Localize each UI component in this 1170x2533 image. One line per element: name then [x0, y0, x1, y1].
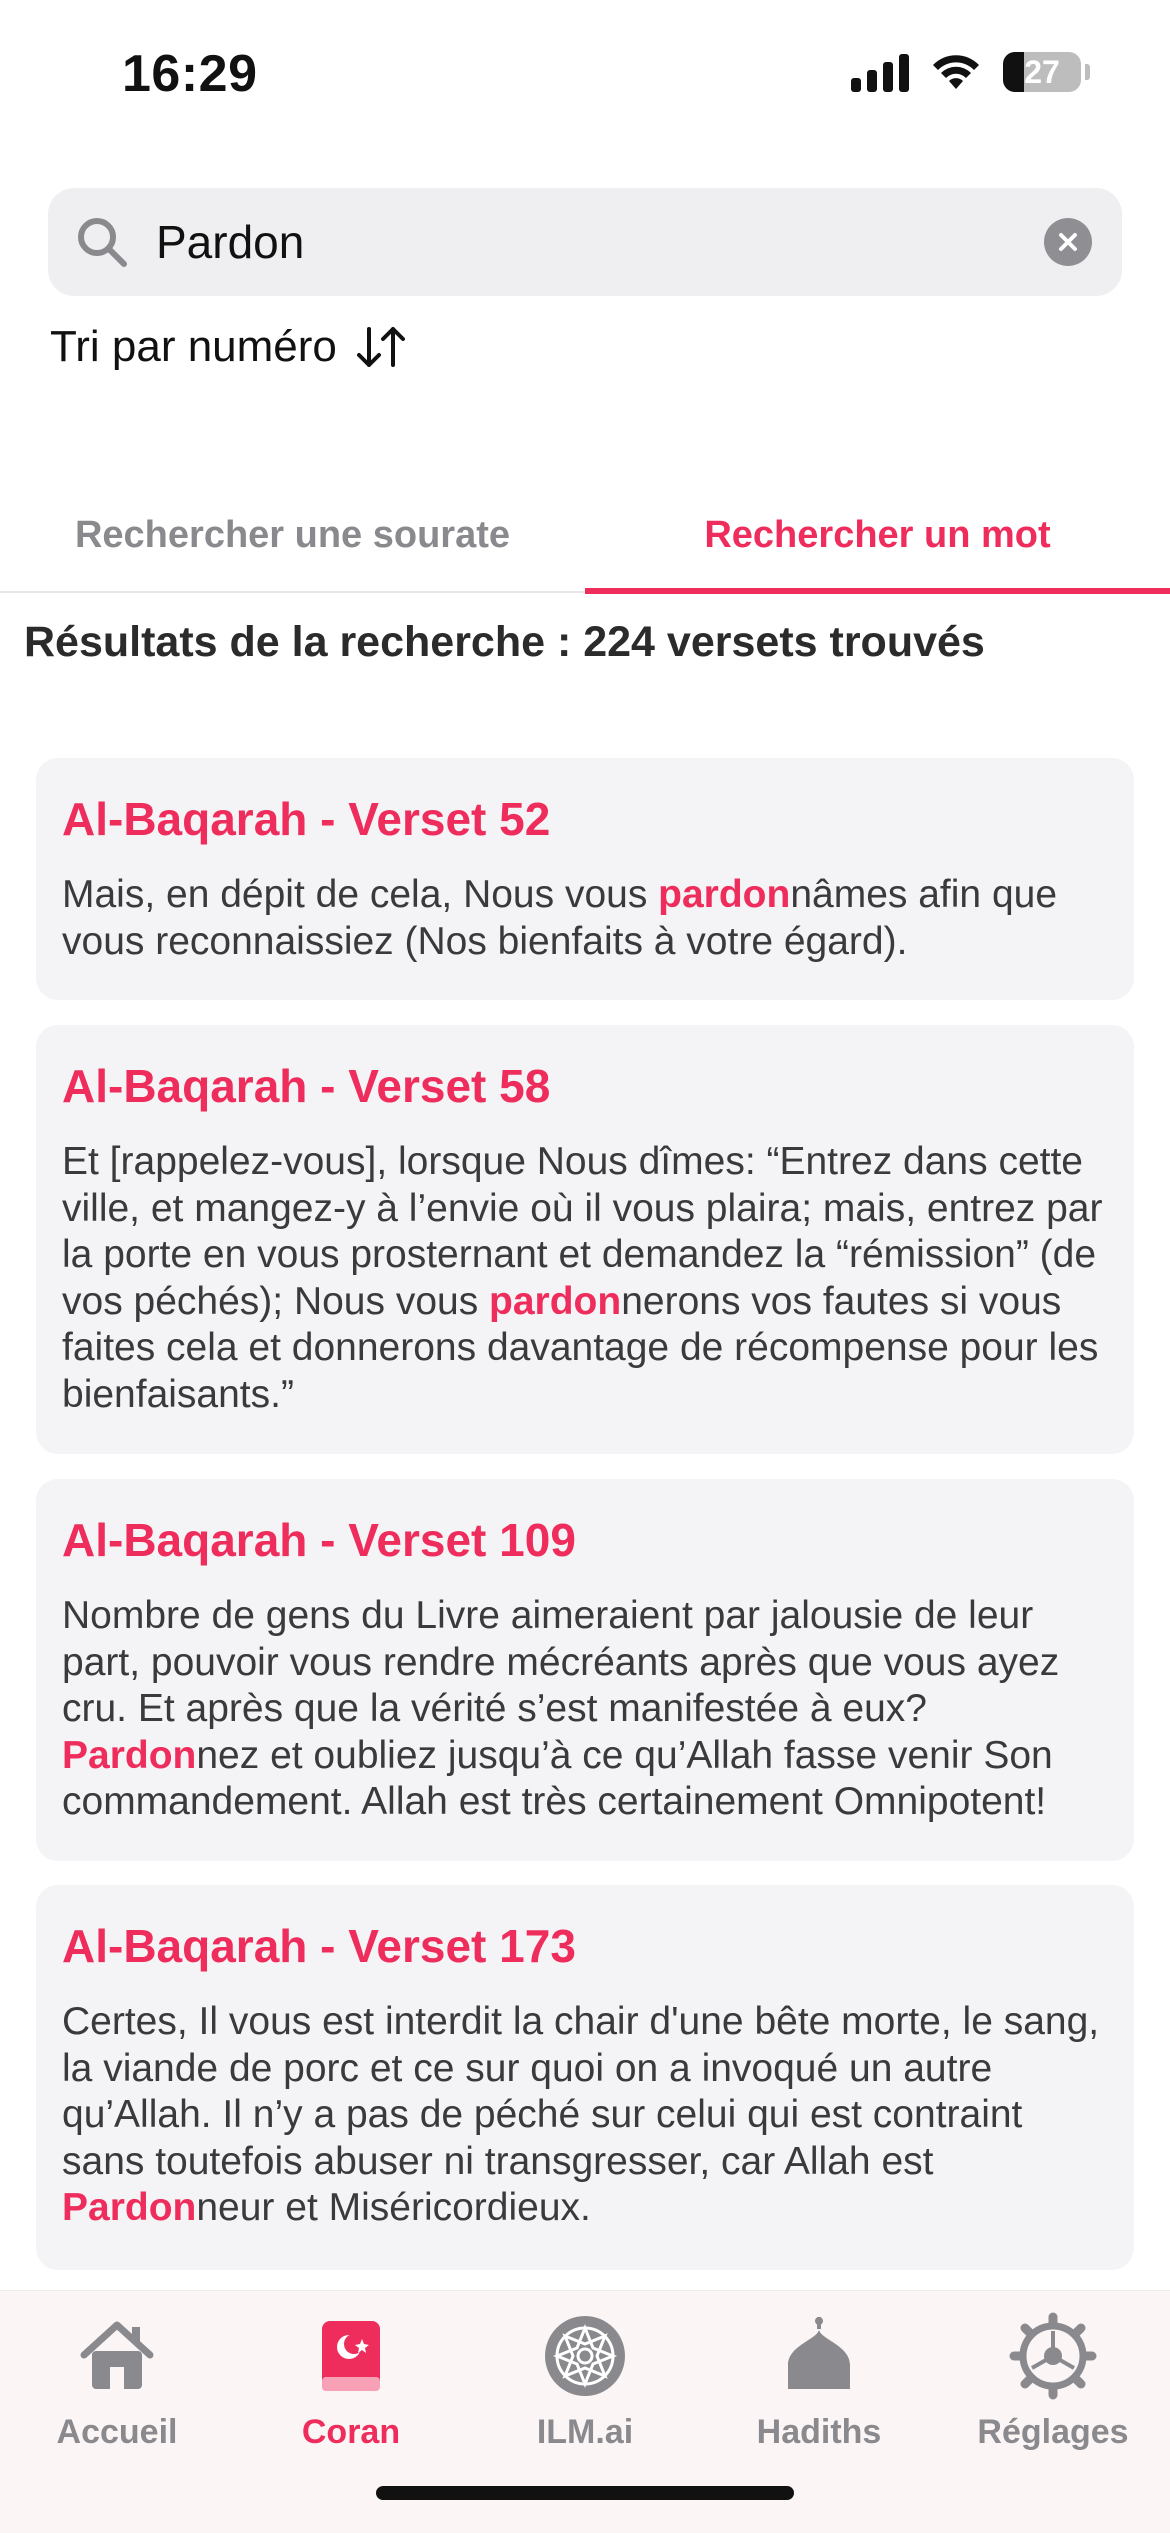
cellular-signal-icon	[851, 52, 909, 92]
sort-label: Tri par numéro	[50, 322, 337, 371]
wifi-icon	[933, 55, 979, 89]
tabbar-item-hadiths[interactable]: Hadiths	[702, 2311, 936, 2452]
home-indicator[interactable]	[376, 2486, 794, 2500]
result-card[interactable]: Al-Baqarah - Verset 58 Et [rappelez-vous…	[36, 1025, 1134, 1454]
search-match: pardon	[489, 1279, 622, 1323]
tabbar-label: ILM.ai	[536, 2413, 634, 2451]
tabbar-label: Réglages	[977, 2413, 1129, 2451]
result-text: Certes, Il vous est interdit la chair d'…	[62, 2000, 1100, 2229]
result-title: Al-Baqarah - Verset 173	[62, 1920, 576, 1972]
mosque-icon	[788, 2317, 850, 2389]
tabbar-label: Coran	[301, 2413, 401, 2451]
ilm-ai-icon	[545, 2316, 625, 2396]
battery-tip	[1085, 64, 1090, 80]
result-text: Mais, en dépit de cela, Nous vous pardon…	[62, 873, 1058, 963]
status-icons: 27	[851, 52, 1090, 92]
tabbar-item-coran[interactable]: Coran	[234, 2311, 468, 2452]
result-title: Al-Baqarah - Verset 58	[62, 1060, 551, 1112]
results-title: Résultats de la recherche : 224 versets …	[24, 618, 985, 666]
battery-icon: 27	[1003, 52, 1081, 92]
result-card[interactable]: Al-Baqarah - Verset 173 Certes, Il vous …	[36, 1885, 1134, 2270]
status-time: 16:29	[122, 45, 258, 103]
sort-button[interactable]: Tri par numéro	[50, 322, 409, 372]
search-bar[interactable]: Pardon	[48, 188, 1122, 296]
tabbar-item-ilm-ai[interactable]: ILM.ai	[468, 2311, 702, 2452]
active-tab-indicator	[585, 588, 1170, 594]
result-card[interactable]: Al-Baqarah - Verset 109 Nombre de gens d…	[36, 1479, 1134, 1861]
tab-search-word[interactable]: Rechercher un mot	[585, 480, 1170, 590]
quran-book-icon	[322, 2321, 380, 2391]
tab-search-surah[interactable]: Rechercher une sourate	[0, 480, 585, 590]
result-text: Nombre de gens du Livre aimeraient par j…	[62, 1594, 1060, 1823]
search-match: pardon	[658, 873, 791, 916]
search-icon	[78, 218, 127, 267]
tabbar-item-reglages[interactable]: Réglages	[936, 2311, 1170, 2452]
clear-search-icon[interactable]	[1044, 218, 1092, 266]
search-match: Pardon	[62, 1733, 197, 1777]
tabbar-label: Hadiths	[756, 2413, 882, 2451]
search-input[interactable]: Pardon	[156, 188, 304, 296]
settings-icon	[1009, 2312, 1097, 2400]
result-title: Al-Baqarah - Verset 109	[62, 1514, 576, 1566]
sort-arrows-icon	[356, 327, 405, 367]
result-card[interactable]: Al-Baqarah - Verset 52 Mais, en dépit de…	[36, 758, 1134, 1000]
result-text: Et [rappelez-vous], lorsque Nous dîmes: …	[62, 1140, 1103, 1416]
search-match: Pardon	[62, 2186, 197, 2229]
battery-percent: 27	[1024, 53, 1060, 90]
home-icon	[80, 2321, 154, 2389]
tabbar-item-accueil[interactable]: Accueil	[0, 2311, 234, 2452]
result-title: Al-Baqarah - Verset 52	[62, 793, 551, 845]
tabbar-label: Accueil	[56, 2413, 178, 2451]
